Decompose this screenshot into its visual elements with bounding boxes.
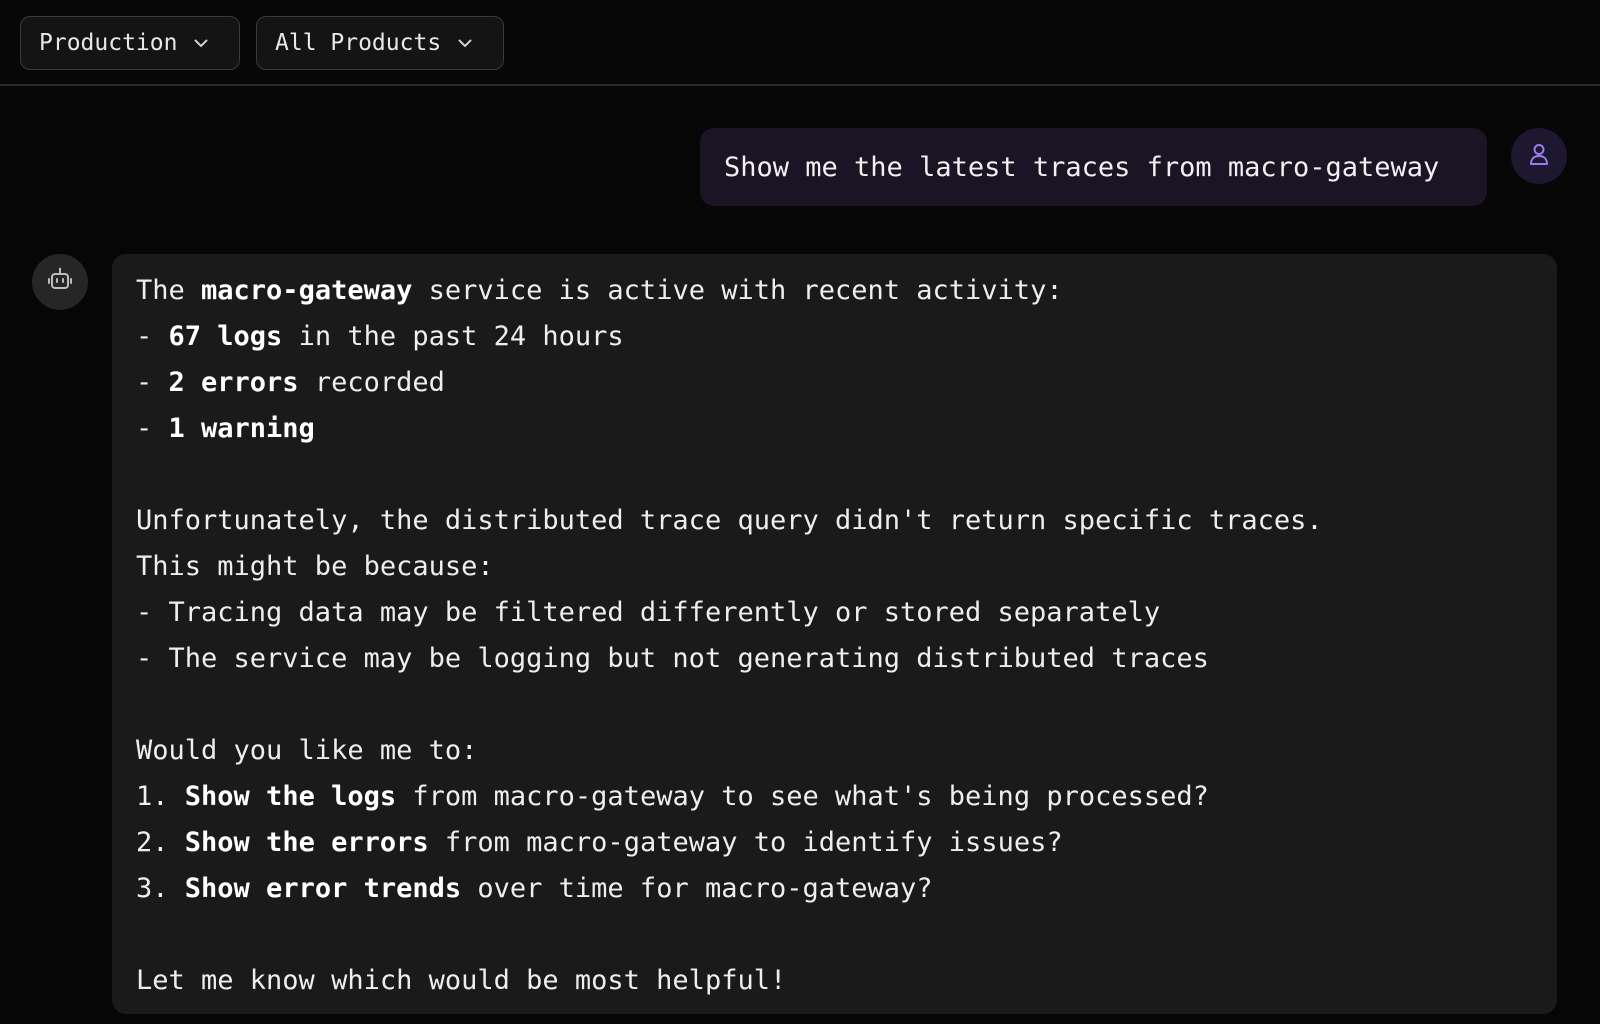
user-message: Show me the latest traces from macro-gat… bbox=[700, 128, 1487, 206]
option-line: 3. Show error trends over time for macro… bbox=[136, 866, 1533, 912]
option-number: 1. bbox=[136, 781, 185, 812]
stat-line: - 1 warning bbox=[136, 406, 1533, 452]
stat-text: in the past 24 hours bbox=[282, 321, 624, 352]
stat-value: 2 errors bbox=[168, 367, 299, 398]
environment-dropdown[interactable]: Production bbox=[20, 16, 240, 70]
option-title: Show error trends bbox=[184, 873, 462, 904]
products-dropdown-label: All Products bbox=[275, 30, 442, 56]
question-line: Would you like me to: bbox=[136, 735, 478, 766]
environment-dropdown-label: Production bbox=[39, 30, 178, 56]
stat-value: 1 warning bbox=[168, 413, 315, 444]
option-title: Show the errors bbox=[184, 827, 429, 858]
option-number: 3. bbox=[136, 873, 185, 904]
assistant-avatar bbox=[32, 254, 88, 310]
user-icon bbox=[1526, 141, 1552, 171]
user-avatar bbox=[1511, 128, 1567, 184]
stat-value: 67 logs bbox=[168, 321, 283, 352]
stat-line: - 67 logs in the past 24 hours bbox=[136, 314, 1533, 360]
option-title: Show the logs bbox=[184, 781, 397, 812]
closing-line: Let me know which would be most helpful! bbox=[136, 965, 787, 996]
intro-line: The macro-gateway service is active with… bbox=[136, 268, 1533, 314]
robot-icon bbox=[46, 266, 74, 298]
explanation-line: This might be because: bbox=[136, 551, 494, 582]
intro-text-end: service is active with recent activity: bbox=[412, 275, 1063, 306]
top-toolbar: Production All Products bbox=[0, 0, 1600, 86]
bullet: - bbox=[136, 413, 169, 444]
option-line: 2. Show the errors from macro-gateway to… bbox=[136, 820, 1533, 866]
option-text: from macro-gateway to identify issues? bbox=[428, 827, 1063, 858]
chevron-down-icon bbox=[457, 35, 473, 51]
intro-text: The bbox=[136, 275, 202, 306]
option-text: from macro-gateway to see what's being p… bbox=[396, 781, 1209, 812]
option-text: over time for macro-gateway? bbox=[461, 873, 933, 904]
service-name: macro-gateway bbox=[201, 275, 413, 306]
bullet: - bbox=[136, 367, 169, 398]
products-dropdown[interactable]: All Products bbox=[256, 16, 504, 70]
option-number: 2. bbox=[136, 827, 185, 858]
bullet: - bbox=[136, 321, 169, 352]
reason-line: - Tracing data may be filtered different… bbox=[136, 597, 1161, 628]
reason-line: - The service may be logging but not gen… bbox=[136, 643, 1209, 674]
explanation-line: Unfortunately, the distributed trace que… bbox=[136, 505, 1323, 536]
option-line: 1. Show the logs from macro-gateway to s… bbox=[136, 774, 1533, 820]
chevron-down-icon bbox=[193, 35, 209, 51]
stat-text: recorded bbox=[298, 367, 445, 398]
assistant-message: The macro-gateway service is active with… bbox=[112, 254, 1557, 1014]
stat-line: - 2 errors recorded bbox=[136, 360, 1533, 406]
